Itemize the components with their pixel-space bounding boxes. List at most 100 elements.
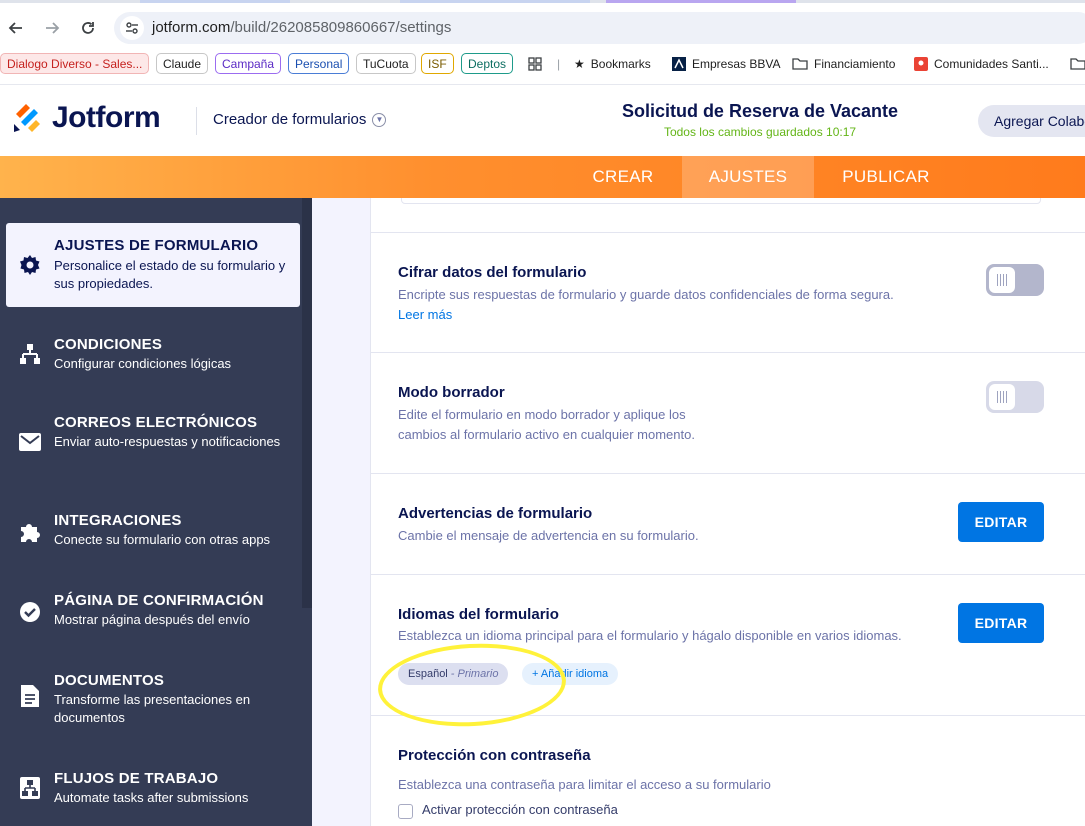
edit-warnings-button[interactable]: EDITAR [958,502,1044,542]
add-collaborator-label: Agregar Colaborador [994,113,1085,129]
sidebar-item-desc: Configurar condiciones lógicas [54,356,232,371]
sidebar-item-title: CORREOS ELECTRÓNICOS [54,414,258,431]
document-icon [18,684,42,708]
settings-panel: Cifrar datos del formulario Encripte sus… [370,198,1085,826]
setting-desc: cambios al formulario activo en cualquie… [398,427,695,442]
sidebar-item-desc: Conecte su formulario con otras apps [54,532,271,547]
setting-title: Protección con contraseña [398,747,591,764]
browser-chrome: jotform.com/build/262085809860667/settin… [0,0,1085,84]
chevron-down-icon: ▼ [372,112,387,127]
bookmark-folder-overflow[interactable] [1064,53,1085,74]
sidebar-item-title: AJUSTES DE FORMULARIO [54,237,259,254]
tab-ajustes[interactable]: AJUSTES [682,156,814,198]
site-settings-icon[interactable] [120,16,144,40]
workflow-icon [18,776,42,800]
setting-desc: Establezca una contraseña para limitar e… [398,777,771,792]
setting-password-protection: Protección con contraseña Establezca una… [371,715,1085,826]
draft-mode-toggle[interactable] [986,381,1044,413]
mail-icon [18,430,42,454]
bookmark-comunidades[interactable]: Comunidades Santi... [908,53,1055,74]
bookmark-dialogo-diverso[interactable]: Dialogo Diverso - Sales... [0,53,150,74]
setting-draft-mode: Modo borrador Edite el formulario en mod… [371,352,1085,473]
setting-desc: Cambie el mensaje de advertencia en su f… [398,528,699,543]
sidebar-item-workflows[interactable]: FLUJOS DE TRABAJO Automate tasks after s… [6,764,300,824]
setting-title: Modo borrador [398,384,505,401]
bookmark-tucuota[interactable]: TuCuota [356,53,416,74]
setting-title: Advertencias de formulario [398,505,593,522]
form-title[interactable]: Solicitud de Reserva de Vacante [560,101,960,122]
sidebar-item-title: CONDICIONES [54,336,163,353]
bookmarks-bar: Dialogo Diverso - Sales... Claude Campañ… [0,52,1085,76]
encrypt-toggle[interactable] [986,264,1044,296]
setting-title: Idiomas del formulario [398,606,559,623]
apps-grid-icon [528,56,542,71]
add-collaborator-button[interactable]: Agregar Colaborador [978,105,1085,137]
setting-encrypt: Cifrar datos del formulario Encripte sus… [371,232,1085,352]
conditions-icon [18,342,42,366]
setting-form-warnings: Advertencias de formulario Cambie el men… [371,473,1085,574]
forward-button[interactable] [40,16,64,40]
jotform-logo[interactable]: Jotform [12,101,161,135]
bookmark-bookmarks[interactable]: ★ Bookmarks [568,53,657,74]
sidebar-item-integrations[interactable]: INTEGRACIONES Conecte su formulario con … [6,506,300,566]
toggle-knob [989,267,1015,293]
reload-button[interactable] [76,16,100,40]
puzzle-icon [18,520,42,544]
sidebar-item-emails[interactable]: CORREOS ELECTRÓNICOS Enviar auto-respues… [6,408,300,484]
gear-icon [18,253,42,277]
sidebar-item-documents[interactable]: DOCUMENTOS Transforme las presentaciones… [6,666,300,742]
sidebar-item-title: INTEGRACIONES [54,512,182,529]
bookmark-empresas-bbva[interactable]: Empresas BBVA [666,53,786,74]
back-button[interactable] [4,16,28,40]
bookmark-personal[interactable]: Personal [288,53,350,74]
sidebar-item-form-settings[interactable]: AJUSTES DE FORMULARIO Personalice el est… [6,223,300,307]
arrow-left-icon [8,22,22,34]
builder-menu-dropdown[interactable]: Creador de formularios ▼ [213,111,387,128]
save-status: Todos los cambios guardados 10:17 [663,125,857,139]
read-more-link[interactable]: Leer más [398,307,452,322]
toggle-knob [989,384,1015,410]
builder-nav-bar: CREAR AJUSTES PUBLICAR [0,156,1085,198]
sidebar-item-desc: Enviar auto-respuestas y notificaciones [54,434,281,449]
setting-desc: Edite el formulario en modo borrador y a… [398,407,686,422]
maps-pin-icon [914,56,928,71]
bookmark-claude[interactable]: Claude [156,53,209,74]
folder-icon [1070,57,1085,70]
password-protection-checkbox[interactable] [398,804,413,819]
logo-text: Jotform [52,101,161,134]
sidebar-item-title: FLUJOS DE TRABAJO [54,770,219,787]
app-header: Jotform Creador de formularios ▼ Solicit… [0,84,1085,156]
arrow-right-icon [46,22,60,34]
tab-publicar[interactable]: PUBLICAR [826,156,946,198]
star-icon: ★ [574,56,585,71]
tab-strip [0,0,1085,3]
sidebar-item-desc: Personalice el estado de su formulario y… [54,258,286,291]
setting-title: Cifrar datos del formulario [398,264,587,281]
previous-setting-box [401,198,1041,204]
reload-icon [82,22,94,34]
bookmarks-separator: | [557,56,561,71]
url-text[interactable]: jotform.com/build/262085809860667/settin… [152,19,451,36]
edit-languages-button[interactable]: EDITAR [958,603,1044,643]
tab-crear[interactable]: CREAR [578,156,668,198]
sidebar-scrollbar[interactable] [302,198,312,608]
folder-icon [792,57,808,70]
apps-grid-button[interactable] [522,53,548,74]
bookmark-isf[interactable]: ISF [421,53,454,74]
bbva-logo-icon [672,56,686,71]
sidebar-item-title: DOCUMENTOS [54,672,165,689]
sidebar-item-confirmation-page[interactable]: PÁGINA DE CONFIRMACIÓN Mostrar página de… [6,586,300,646]
sidebar-item-conditions[interactable]: CONDICIONES Configurar condiciones lógic… [6,328,300,388]
bookmark-campana[interactable]: Campaña [215,53,282,74]
sidebar-item-title: PÁGINA DE CONFIRMACIÓN [54,592,264,609]
address-bar[interactable]: jotform.com/build/262085809860667/settin… [114,12,1085,44]
bookmark-deptos[interactable]: Deptos [461,53,514,74]
header-divider [196,107,197,135]
bookmark-financiamiento[interactable]: Financiamiento [786,53,901,74]
builder-menu-label: Creador de formularios [213,111,367,128]
password-protection-label[interactable]: Activar protección con contraseña [422,802,618,817]
sidebar-item-desc: Transforme las presentaciones en documen… [54,692,251,725]
settings-sidebar: AJUSTES DE FORMULARIO Personalice el est… [0,198,312,826]
check-circle-icon [18,600,42,624]
setting-desc: Encripte sus respuestas de formulario y … [398,287,894,302]
